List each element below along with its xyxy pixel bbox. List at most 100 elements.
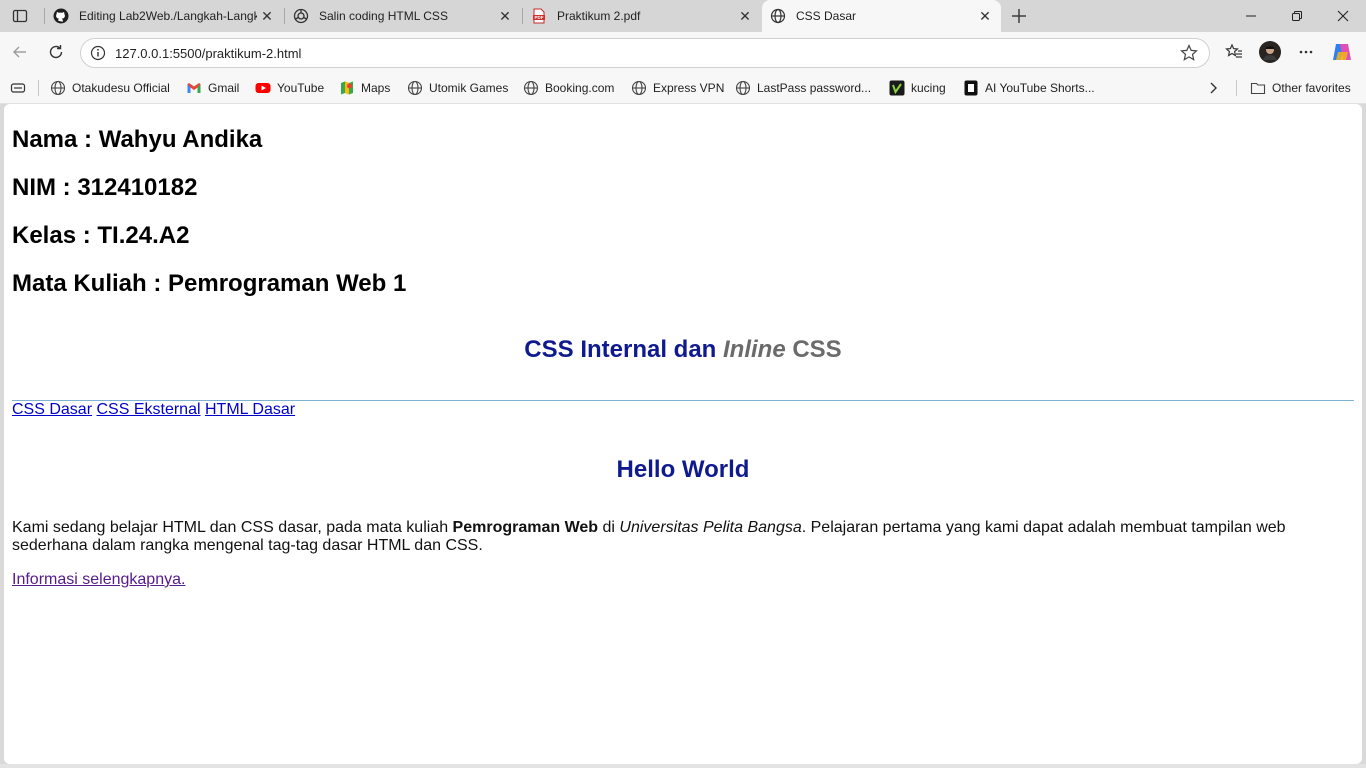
restore-icon [1292, 11, 1302, 21]
tab-title: CSS Dasar [796, 9, 857, 23]
copilot-icon [1333, 44, 1351, 60]
bookmark-gmail[interactable]: Gmail [186, 78, 239, 98]
para-bold: Pemrograman Web [452, 519, 599, 536]
app-icon [963, 80, 979, 96]
close-tab-icon[interactable]: ✕ [975, 6, 995, 26]
inline-css-text: Inline CSS [723, 336, 842, 363]
folder-icon [1250, 80, 1266, 96]
inline-word: Inline [723, 336, 786, 363]
pdf-icon: PDF [531, 8, 547, 24]
tab-chatgpt[interactable]: Salin coding HTML CSS ✕ [285, 0, 521, 32]
tab-bar: Editing Lab2Web./Langkah-Langkah ✕ Salin… [0, 0, 1366, 32]
bookmark-label: Maps [361, 81, 391, 95]
close-icon [1337, 10, 1349, 22]
bookmark-label: LastPass password... [757, 81, 872, 95]
bookmark-label: kucing [911, 81, 946, 95]
favorites-icon [1225, 43, 1242, 58]
bookmarks-bar: Otakudesu Official Gmail YouTube Maps Ut… [0, 72, 1366, 104]
globe-icon [735, 80, 751, 96]
para-italic: Universitas Pelita Bangsa [619, 519, 802, 536]
bookmark-maps[interactable]: Maps [339, 78, 390, 98]
favorites-button[interactable] [1222, 40, 1246, 64]
restore-button[interactable] [1274, 0, 1320, 32]
para-text: di [598, 519, 620, 536]
globe-icon [523, 80, 539, 96]
link-html-dasar[interactable]: HTML Dasar [205, 401, 295, 418]
heading-text: CSS Internal dan [524, 336, 723, 363]
maps-icon [339, 80, 355, 96]
student-class: Kelas : TI.24.A2 [12, 222, 190, 249]
chatgpt-icon [293, 8, 309, 24]
bookmark-booking[interactable]: Booking.com [523, 78, 614, 98]
tab-pdf[interactable]: PDF Praktikum 2.pdf ✕ [523, 0, 761, 32]
more-icon [1299, 50, 1313, 54]
bookmark-label: Express VPN [653, 81, 725, 95]
bookmark-label: Utomik Games [429, 81, 509, 95]
bookmark-label: AI YouTube Shorts... [985, 81, 1095, 95]
address-toolbar: 127.0.0.1:5500/praktikum-2.html [0, 32, 1366, 72]
para-text: Kami sedang belajar HTML dan CSS dasar, … [12, 519, 453, 536]
bookmark-youtube[interactable]: YouTube [255, 78, 324, 98]
more-info-link[interactable]: Informasi selengkapnya. [12, 571, 185, 589]
hello-heading: Hello World [616, 456, 750, 483]
close-tab-icon[interactable]: ✕ [257, 6, 277, 26]
tab-css-dasar[interactable]: CSS Dasar ✕ [762, 0, 1001, 32]
tab-actions-button[interactable] [8, 6, 32, 26]
bookmark-label: Otakudesu Official [72, 81, 170, 95]
tab-actions-icon [12, 9, 28, 23]
other-favorites-folder[interactable]: Other favorites [1250, 78, 1351, 98]
intro-paragraph: Kami sedang belajar HTML dan CSS dasar, … [12, 519, 1354, 555]
tab-title: Praktikum 2.pdf [557, 9, 641, 23]
bookmark-otakudesu[interactable]: Otakudesu Official [50, 78, 170, 98]
bookmark-lastpass[interactable]: LastPass password... [735, 78, 871, 98]
student-name: Nama : Wahyu Andika [12, 126, 263, 153]
more-menu-button[interactable] [1294, 40, 1318, 64]
bookmark-ai-youtube-shorts[interactable]: AI YouTube Shorts... [963, 78, 1095, 98]
tab-title: Editing Lab2Web./Langkah-Langkah [79, 9, 257, 23]
close-tab-icon[interactable]: ✕ [735, 6, 755, 26]
svg-text:PDF: PDF [535, 15, 544, 20]
link-css-eksternal[interactable]: CSS Eksternal [96, 401, 200, 418]
gmail-icon [186, 80, 202, 96]
tab-title: Salin coding HTML CSS [319, 9, 448, 23]
info-icon[interactable] [90, 45, 106, 61]
link-css-dasar[interactable]: CSS Dasar [12, 401, 92, 418]
vimeo-icon [889, 80, 905, 96]
nav-links: CSS Dasar CSS Eksternal HTML Dasar [12, 401, 295, 419]
other-favorites-label: Other favorites [1272, 81, 1351, 95]
copilot-button[interactable] [1330, 40, 1354, 64]
refresh-button[interactable] [44, 40, 68, 64]
url-text[interactable]: 127.0.0.1:5500/praktikum-2.html [115, 46, 1179, 61]
plus-icon [1012, 9, 1026, 23]
bookmark-label: Booking.com [545, 81, 615, 95]
course-name: Mata Kuliah : Pemrograman Web 1 [12, 270, 407, 297]
bookmarks-overflow-button[interactable] [1205, 78, 1227, 98]
tab-github[interactable]: Editing Lab2Web./Langkah-Langkah ✕ [45, 0, 283, 32]
refresh-icon [49, 45, 63, 59]
globe-icon [50, 80, 66, 96]
bookmark-expressvpn[interactable]: Express VPN [631, 78, 724, 98]
close-tab-icon[interactable]: ✕ [495, 6, 515, 26]
close-window-button[interactable] [1320, 0, 1366, 32]
star-icon[interactable] [1179, 43, 1199, 63]
reading-list-button[interactable] [10, 78, 32, 98]
address-bar[interactable]: 127.0.0.1:5500/praktikum-2.html [80, 38, 1210, 68]
bookmark-utomik[interactable]: Utomik Games [407, 78, 508, 98]
bookmark-label: YouTube [277, 81, 325, 95]
css-word: CSS [785, 336, 842, 363]
arrow-left-icon [13, 46, 26, 58]
reading-list-icon [10, 80, 26, 96]
profile-avatar[interactable] [1258, 40, 1282, 64]
minimize-button[interactable] [1228, 0, 1274, 32]
new-tab-button[interactable] [1007, 4, 1031, 28]
back-button[interactable] [8, 40, 32, 64]
bookmark-kucing[interactable]: kucing [889, 78, 946, 98]
bookmark-label: Gmail [208, 81, 240, 95]
css-internal-heading: CSS Internal dan Inline CSS [12, 336, 1354, 364]
globe-icon [631, 80, 647, 96]
bottom-strip [0, 764, 1366, 768]
github-icon [53, 8, 69, 24]
minimize-icon [1246, 15, 1256, 17]
page-viewport: Nama : Wahyu Andika NIM : 312410182 Kela… [4, 104, 1362, 764]
chevron-right-icon [1205, 80, 1221, 96]
